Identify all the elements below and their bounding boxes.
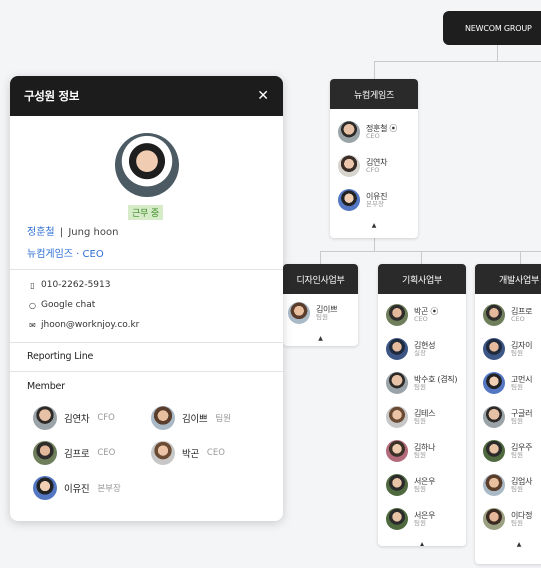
avatar xyxy=(483,338,505,360)
org-card-dev[interactable]: 개발사업부 김프로 CEO 김자이 팀원 고먼시 팀원 구글러 팀원 김우주 팀원 김업사… xyxy=(475,264,541,564)
status-badge: 근무 중 xyxy=(128,205,163,220)
avatar xyxy=(386,508,408,530)
avatar xyxy=(288,302,310,324)
email-address: jhoon@worknjoy.co.kr xyxy=(41,320,140,330)
email-row[interactable]: ✉ jhoon@worknjoy.co.kr xyxy=(27,320,139,330)
org-card-newcom-games[interactable]: 뉴컴게임즈 정훈철 ⦿ CEO 김연차 CFO 이유진 본부장 ▲ xyxy=(330,79,418,238)
chat-row[interactable]: ○ Google chat xyxy=(27,300,95,310)
avatar xyxy=(386,304,408,326)
org-person-row[interactable]: 고먼시 팀원 xyxy=(475,366,541,400)
avatar xyxy=(483,508,505,530)
divider xyxy=(10,342,283,343)
org-person-row[interactable]: 김연차 CFO xyxy=(330,149,418,183)
org-person-row[interactable]: 김이쁘 팀원 xyxy=(283,296,358,330)
org-card-header: 디자인사업부 xyxy=(283,264,358,294)
org-person-row[interactable]: 서은우 팀원 xyxy=(378,502,466,536)
member-heading: Member xyxy=(27,381,65,392)
org-card-planning[interactable]: 기획사업부 박곤 ⦿ CEO 김현성 실장 박수호 (겸직) 팀원 김테스 팀원 김하나… xyxy=(378,264,466,546)
member-item[interactable]: 이유진 본부장 xyxy=(33,476,121,500)
avatar xyxy=(386,474,408,496)
org-card-header: 뉴컴게임즈 xyxy=(330,79,418,109)
org-root-label: NEWCOM GROUP xyxy=(465,23,532,33)
avatar xyxy=(483,406,505,428)
name-korean[interactable]: 정훈철 xyxy=(27,227,55,238)
org-person-row[interactable]: 이다정 팀원 xyxy=(475,502,541,536)
avatar xyxy=(386,406,408,428)
avatar xyxy=(483,440,505,462)
org-person-row[interactable]: 김하나 팀원 xyxy=(378,434,466,468)
org-person-row[interactable]: 김우주 팀원 xyxy=(475,434,541,468)
avatar xyxy=(338,155,360,177)
org-person-row[interactable]: 김프로 CEO xyxy=(475,298,541,332)
avatar xyxy=(386,372,408,394)
org-person-row[interactable]: 김현성 실장 xyxy=(378,332,466,366)
avatar xyxy=(33,406,57,430)
org-card-header: 개발사업부 xyxy=(475,264,541,294)
collapse-icon[interactable]: ▲ xyxy=(475,536,541,552)
avatar xyxy=(151,406,175,430)
name-english: Jung hoon xyxy=(68,227,119,238)
phone-icon: ▯ xyxy=(30,280,35,290)
org-card-header: 기획사업부 xyxy=(378,264,466,294)
member-item[interactable]: 김연차 CFO xyxy=(33,406,115,430)
org-person-row[interactable]: 서은우 팀원 xyxy=(378,468,466,502)
org-person-row[interactable]: 박수호 (겸직) 팀원 xyxy=(378,366,466,400)
org-person-row[interactable]: 김자이 팀원 xyxy=(475,332,541,366)
avatar xyxy=(338,189,360,211)
collapse-icon[interactable]: ▲ xyxy=(283,330,358,346)
org-chart-canvas: NEWCOM GROUP 뉴컴게임즈 정훈철 ⦿ CEO 김연차 CFO 이유진 본부… xyxy=(0,0,541,568)
org-person-row[interactable]: 정훈철 ⦿ CEO xyxy=(330,115,418,149)
panel-title: 구성원 정보 xyxy=(24,89,80,103)
reporting-line-heading[interactable]: Reporting Line xyxy=(27,351,93,362)
divider xyxy=(10,371,283,372)
org-card-design[interactable]: 디자인사업부 김이쁘 팀원 ▲ xyxy=(283,264,358,346)
collapse-icon[interactable]: ▲ xyxy=(378,536,466,547)
phone-row[interactable]: ▯ 010-2262-5913 xyxy=(27,280,110,290)
divider xyxy=(10,269,283,270)
member-info-panel: 구성원 정보 ✕ 근무 중 정훈철 | Jung hoon 뉴컴게임즈 · CE… xyxy=(10,76,283,521)
org-person-row[interactable]: 박곤 ⦿ CEO xyxy=(378,298,466,332)
avatar xyxy=(386,338,408,360)
org-person-row[interactable]: 김업사 팀원 xyxy=(475,468,541,502)
panel-header: 구성원 정보 ✕ xyxy=(10,76,283,116)
avatar xyxy=(33,441,57,465)
avatar xyxy=(483,304,505,326)
member-item[interactable]: 박곤 CEO xyxy=(151,441,225,465)
name-separator: | xyxy=(59,227,64,238)
avatar xyxy=(483,474,505,496)
member-item[interactable]: 김이쁘 팀원 xyxy=(151,406,231,430)
member-name: 정훈철 | Jung hoon xyxy=(27,223,118,238)
phone-number: 010-2262-5913 xyxy=(41,280,111,290)
chat-icon: ○ xyxy=(29,300,36,310)
org-link[interactable]: 뉴컴게임즈 · CEO xyxy=(27,245,104,260)
mail-icon: ✉ xyxy=(29,320,36,330)
org-person-row[interactable]: 이유진 본부장 xyxy=(330,183,418,217)
avatar xyxy=(33,476,57,500)
org-root-node[interactable]: NEWCOM GROUP xyxy=(443,11,541,45)
avatar xyxy=(151,441,175,465)
collapse-icon[interactable]: ▲ xyxy=(330,217,418,233)
avatar xyxy=(483,372,505,394)
avatar xyxy=(386,440,408,462)
chat-label: Google chat xyxy=(41,300,96,310)
org-person-row[interactable]: 구글러 팀원 xyxy=(475,400,541,434)
profile-avatar xyxy=(115,133,179,197)
org-person-row[interactable]: 김테스 팀원 xyxy=(378,400,466,434)
close-icon[interactable]: ✕ xyxy=(257,88,269,104)
member-item[interactable]: 김프로 CEO xyxy=(33,441,115,465)
avatar xyxy=(338,121,360,143)
